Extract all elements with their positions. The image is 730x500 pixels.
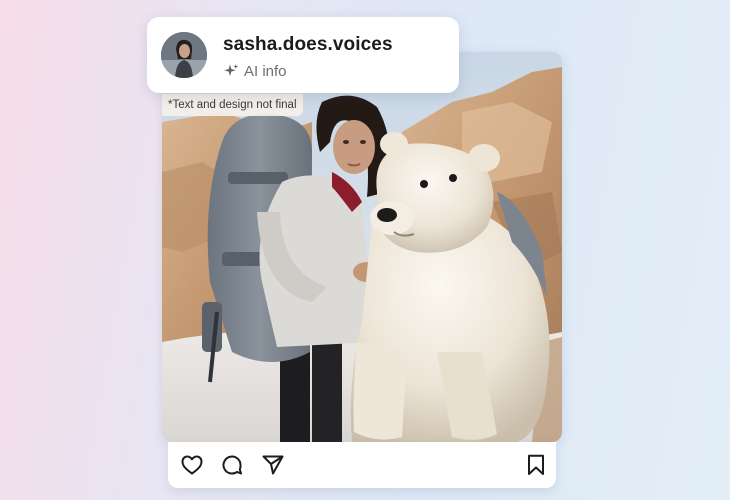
- disclaimer-label: *Text and design not final: [162, 94, 303, 116]
- post-action-bar: [168, 442, 556, 488]
- ai-info-label: AI info: [244, 62, 287, 80]
- user-avatar-icon: [161, 32, 207, 78]
- heart-icon[interactable]: [180, 453, 204, 477]
- sparkle-icon: [224, 64, 239, 77]
- send-icon[interactable]: [261, 453, 285, 477]
- username[interactable]: sasha.does.voices: [223, 34, 393, 56]
- comment-icon[interactable]: [220, 453, 244, 477]
- bookmark-icon[interactable]: [524, 453, 548, 477]
- ai-info-link[interactable]: AI info: [223, 61, 287, 81]
- profile-header-card[interactable]: sasha.does.voices AI info: [147, 17, 459, 93]
- avatar[interactable]: [161, 32, 207, 78]
